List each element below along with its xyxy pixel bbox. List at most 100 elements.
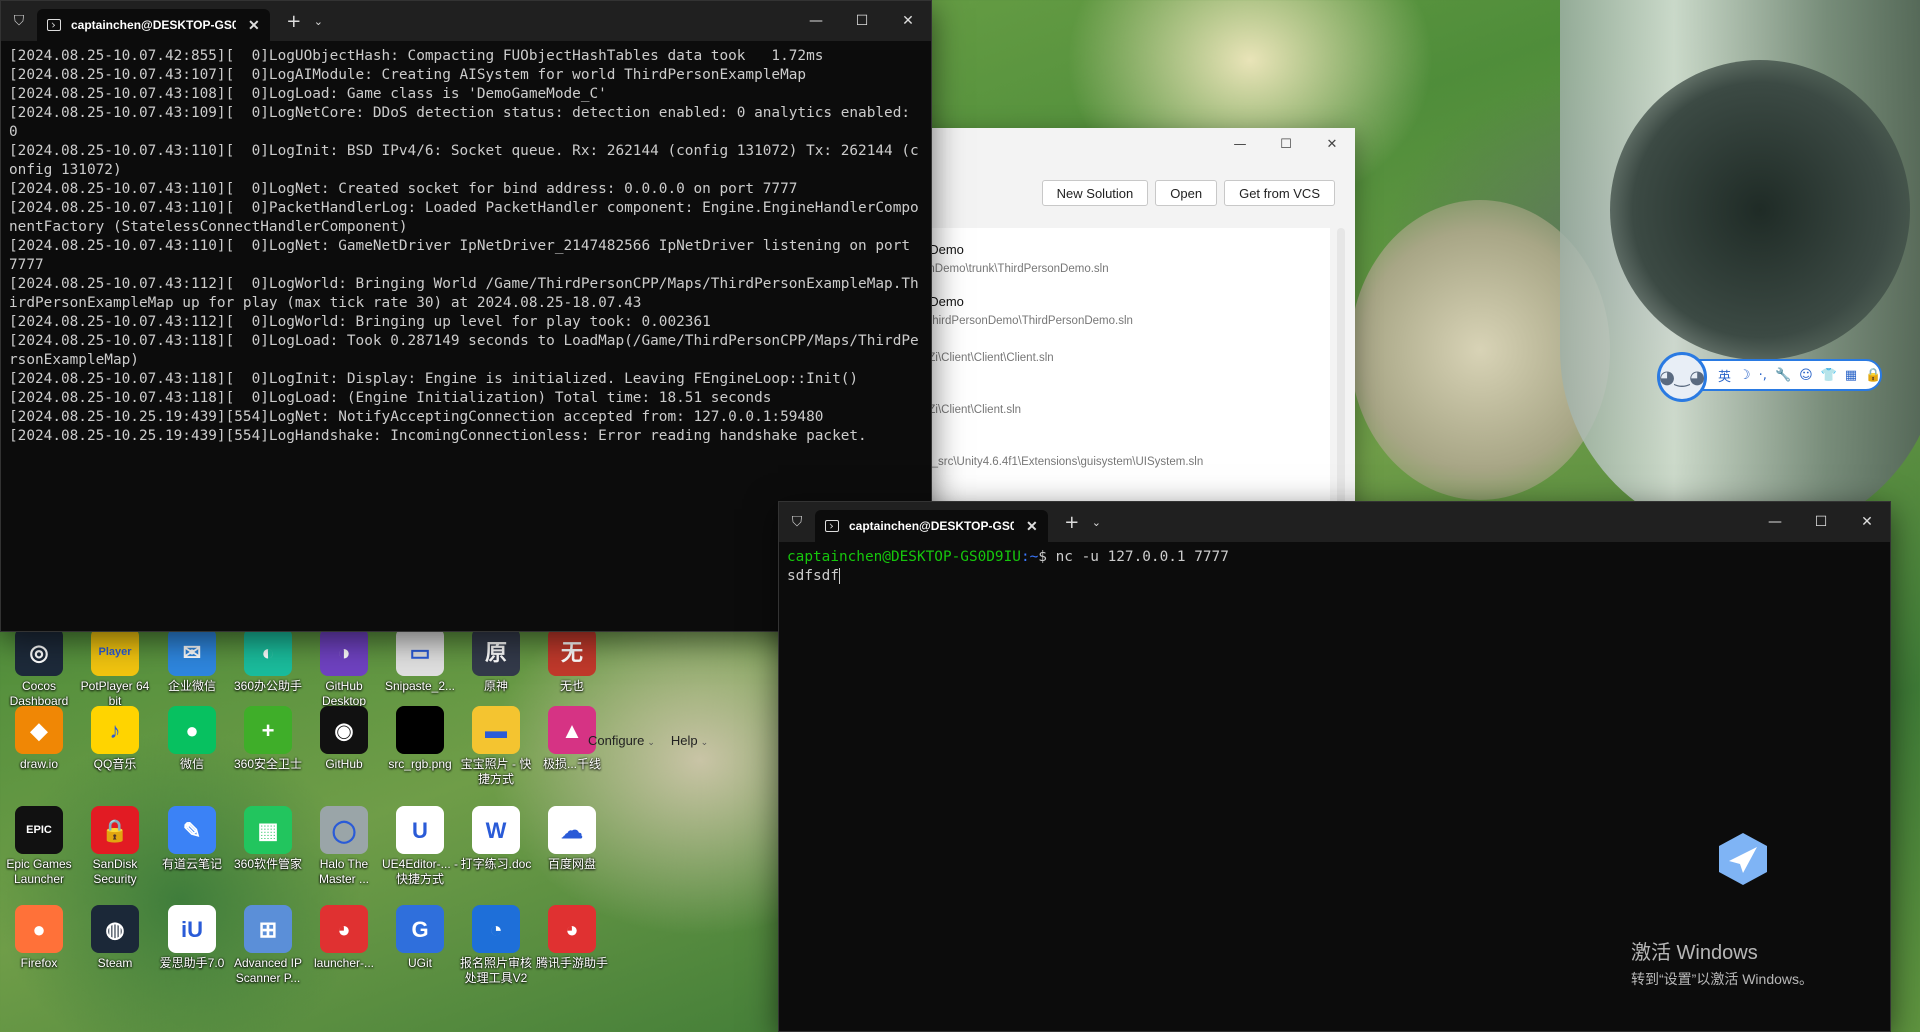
skin-icon[interactable]: 👕	[1821, 368, 1837, 383]
chevron-down-icon[interactable]: ⌄	[314, 15, 323, 28]
rider-close-button[interactable]: ✕	[1309, 128, 1355, 160]
desktop-icon[interactable]: ◍ Steam	[76, 905, 154, 971]
close-tab-icon[interactable]: ✕	[248, 17, 260, 34]
desktop-icon[interactable]: EPIC Epic Games Launcher	[0, 806, 78, 887]
desktop-icon-label: 360办公助手	[233, 679, 303, 693]
recent-solution-item[interactable]: nDemo onDemo\trunk\ThirdPersonDemo.sln	[922, 242, 1109, 275]
desktop-icon[interactable]: 无无也	[533, 628, 611, 694]
desktop-icon[interactable]: 🔒 SanDisk Security	[76, 806, 154, 887]
desktop-icon[interactable]: ● Firefox	[0, 905, 78, 971]
desktop-icon[interactable]: ◎ Cocos Dashboard	[0, 628, 78, 709]
app-icon: iU	[168, 905, 216, 953]
recent-solution-item[interactable]: aZi\Client\Client\Client.sln	[922, 346, 1054, 364]
ime-avatar-icon[interactable]: ◕‿◕	[1657, 352, 1707, 402]
desktop-icon[interactable]: ◉ GitHub	[305, 706, 383, 772]
recent-solution-path: aZi\Client\Client.sln	[922, 404, 1022, 416]
recent-solution-item[interactable]: f1_src\Unity4.6.4f1\Extensions\guisystem…	[922, 450, 1203, 468]
desktop-icon[interactable]: G UGit	[381, 905, 459, 971]
text-cursor	[838, 568, 840, 584]
desktop-icon-label: 360软件管家	[233, 857, 303, 871]
log-line: [2024.08.25-10.07.42:855][ 0]LogUObjectH…	[9, 48, 824, 64]
minimize-button[interactable]: —	[1752, 502, 1798, 542]
app-icon: ●	[15, 905, 63, 953]
app-icon: ◎	[15, 628, 63, 676]
terminal-tab[interactable]: captainchen@DESKTOP-GS0D ✕	[815, 510, 1048, 542]
shield-icon[interactable]: ⛉	[1, 1, 37, 41]
recent-solution-item[interactable]: nDemo \ThirdPersonDemo\ThirdPersonDemo.s…	[922, 294, 1133, 327]
desktop-icon-label: 360安全卫士	[233, 757, 303, 771]
prompt-path: :~	[1020, 549, 1039, 565]
moon-icon[interactable]: ☽	[1739, 368, 1751, 383]
new-tab-button[interactable]: +	[1062, 512, 1082, 533]
configure-menu[interactable]: Configure ⌄	[588, 733, 655, 748]
recent-solution-path: onDemo\trunk\ThirdPersonDemo.sln	[922, 263, 1109, 275]
desktop-icon[interactable]: ◑ GitHub Desktop	[305, 628, 383, 709]
new-tab-button[interactable]: +	[284, 11, 304, 32]
terminal-icon	[825, 520, 839, 532]
app-icon: EPIC	[15, 806, 63, 854]
desktop-icon[interactable]: src_rgb.png	[381, 706, 459, 772]
desktop-icon[interactable]: 原原神	[457, 628, 535, 694]
emoji-icon[interactable]: ☺	[1799, 368, 1813, 383]
app-icon: ◔	[472, 905, 520, 953]
lock-icon[interactable]: 🔒	[1865, 368, 1881, 383]
desktop-icon[interactable]: ♪ QQ音乐	[76, 706, 154, 772]
grid-icon[interactable]: ▦	[1845, 368, 1857, 383]
desktop-icon[interactable]: ◐ 360办公助手	[229, 628, 307, 694]
log-line: [2024.08.25-10.07.43:110][ 0]LogNet: Gam…	[9, 238, 919, 273]
desktop-icon[interactable]: ☁ 百度网盘	[533, 806, 611, 872]
get-from-vcs-button[interactable]: Get from VCS	[1224, 180, 1335, 206]
punctuation-icon[interactable]: ·,	[1759, 368, 1767, 383]
desktop-icon[interactable]: ▬ 宝宝照片 - 快捷方式	[457, 706, 535, 787]
desktop-icon[interactable]: ▦ 360软件管家	[229, 806, 307, 872]
chevron-down-icon[interactable]: ⌄	[1092, 516, 1101, 529]
close-button[interactable]: ✕	[885, 1, 931, 41]
terminal-output[interactable]: captainchen@DESKTOP-GS0D9IU:~$ nc -u 127…	[779, 542, 1890, 592]
recent-solution-path: f1_src\Unity4.6.4f1\Extensions\guisystem…	[922, 456, 1204, 468]
desktop-icon[interactable]: +360安全卫士	[229, 706, 307, 772]
maximize-button[interactable]: ☐	[839, 1, 885, 41]
desktop-icon[interactable]: U UE4Editor-... - 快捷方式	[381, 806, 459, 887]
desktop-icon[interactable]: ◆ draw.io	[0, 706, 78, 772]
configure-menu-label: Configure	[588, 733, 645, 748]
minimize-button[interactable]: —	[793, 1, 839, 41]
app-icon: ◕	[548, 905, 596, 953]
close-button[interactable]: ✕	[1844, 502, 1890, 542]
app-icon: ◍	[91, 905, 139, 953]
desktop-icon-label: SanDisk Security	[92, 857, 138, 886]
open-button[interactable]: Open	[1155, 180, 1218, 206]
shield-icon[interactable]: ⛉	[779, 502, 815, 542]
recent-solution-item[interactable]: aZi\Client\Client.sln	[922, 398, 1021, 416]
terminal-output[interactable]: [2024.08.25-10.07.42:855][ 0]LogUObjectH…	[1, 41, 931, 452]
ime-language-toggle[interactable]: 英	[1718, 366, 1731, 385]
desktop-icon-label: PotPlayer 64 bit	[80, 679, 150, 708]
desktop-icon[interactable]: ▭ Snipaste_2...	[381, 628, 459, 694]
desktop-icon[interactable]: Player PotPlayer 64 bit	[76, 628, 154, 709]
help-menu[interactable]: Help ⌄	[671, 733, 708, 748]
terminal-tab[interactable]: captainchen@DESKTOP-GS0D ✕	[37, 9, 270, 41]
close-tab-icon[interactable]: ✕	[1026, 518, 1038, 535]
wrench-icon[interactable]: 🔧	[1775, 368, 1791, 383]
bird-logo-icon	[1719, 833, 1767, 885]
desktop-icon[interactable]: W 打字练习.doc	[457, 806, 535, 872]
desktop-icon[interactable]: iU 爱思助手7.0	[153, 905, 231, 971]
desktop-icon[interactable]: ✎ 有道云笔记	[153, 806, 231, 872]
rider-maximize-button[interactable]: ☐	[1263, 128, 1309, 160]
rider-minimize-button[interactable]: —	[1217, 128, 1263, 160]
app-icon: Player	[91, 628, 139, 676]
desktop-icon[interactable]: ◯ Halo The Master ...	[305, 806, 383, 887]
activation-title: 激活 Windows	[1631, 942, 1758, 964]
command-text: nc -u 127.0.0.1 7777	[1046, 549, 1229, 565]
desktop-icon[interactable]: ⊞ Advanced IP Scanner P...	[229, 905, 307, 986]
desktop-icon[interactable]: ◕ launcher-...	[305, 905, 383, 971]
log-line: [2024.08.25-10.07.43:109][ 0]LogNetCore:…	[9, 105, 919, 140]
desktop-icon[interactable]: ● 微信	[153, 706, 231, 772]
maximize-button[interactable]: ☐	[1798, 502, 1844, 542]
app-icon: ◕	[320, 905, 368, 953]
new-solution-button[interactable]: New Solution	[1041, 180, 1149, 206]
desktop-icon[interactable]: ◔ 报名照片审核处理工具V2	[457, 905, 535, 986]
desktop-icon[interactable]: ✉ 企业微信	[153, 628, 231, 694]
desktop-icon[interactable]: ◕ 腾讯手游助手	[533, 905, 611, 971]
desktop-icon-label: UGit	[408, 956, 432, 970]
log-line: [2024.08.25-10.07.43:108][ 0]LogLoad: Ga…	[9, 86, 607, 102]
